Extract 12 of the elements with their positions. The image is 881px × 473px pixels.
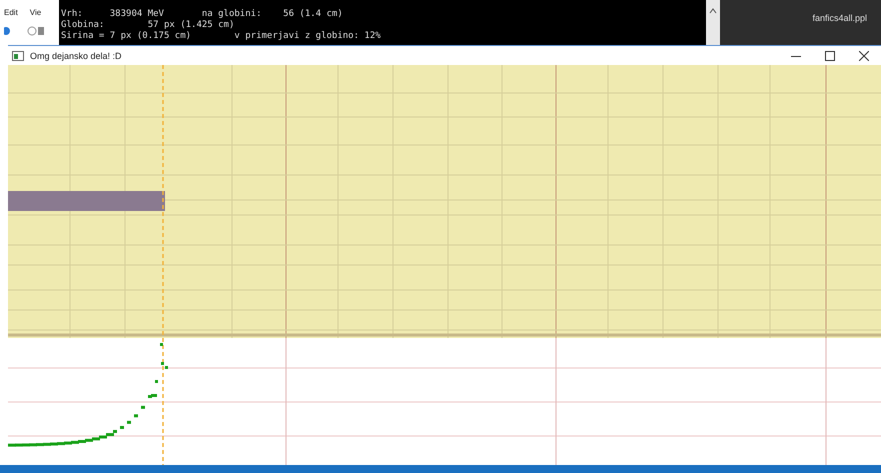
scrollbar[interactable] — [706, 0, 720, 45]
console-line: Globina: 57 px (1.425 cm) — [61, 20, 236, 31]
window-title: Omg dejansko dela! :D — [30, 50, 122, 60]
menu-item[interactable]: Vie — [30, 8, 42, 17]
console-line: Sirina = 7 px (0.175 cm) v primerjavi z globino: 12% — [61, 31, 382, 42]
close-icon[interactable] — [859, 50, 869, 60]
app-icon — [12, 50, 24, 60]
maximize-icon[interactable] — [825, 50, 835, 60]
scroll-up-icon[interactable] — [709, 8, 717, 14]
console-line: Vrh: 383904 MeV na globini: 56 (1.4 cm) — [61, 9, 344, 20]
file-tab[interactable]: fanfics4all.ppl — [812, 13, 867, 25]
menu-item[interactable]: Edit — [4, 8, 18, 17]
